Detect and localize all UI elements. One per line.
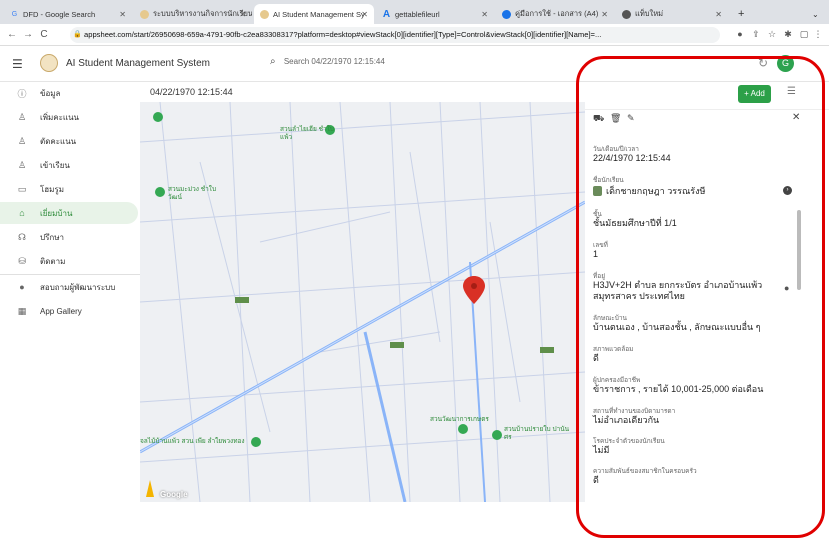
browser-tab-active[interactable]: AI Student Management Sy ✕ bbox=[254, 4, 374, 24]
bookmark-star-icon[interactable]: ☆ bbox=[766, 28, 778, 40]
menu-dots-icon[interactable]: ⋮ bbox=[812, 28, 824, 40]
field-value: 22/4/1970 12:15:44 bbox=[593, 153, 671, 163]
app-icon bbox=[260, 9, 269, 19]
close-icon[interactable]: ✕ bbox=[792, 112, 800, 123]
back-icon[interactable]: ← bbox=[4, 29, 20, 40]
close-tab-icon[interactable]: ✕ bbox=[239, 10, 246, 19]
forward-icon[interactable]: → bbox=[20, 29, 36, 40]
field-value: H3JV+2H ตำบล ยกกระบัตร อำเภอบ้านแพ้ว สมุ… bbox=[593, 280, 763, 301]
consult-icon: ☊ bbox=[18, 231, 26, 242]
home-visit-icon: ⌂ bbox=[19, 208, 25, 218]
browser-tab[interactable]: A gettablefileurl ✕ bbox=[376, 4, 494, 24]
sidebar-item-deduct-score[interactable]: ♙ ตัดคะแนน bbox=[0, 130, 138, 152]
field-value[interactable]: เด็กชายกฤษฎา วรรณรังษี bbox=[606, 186, 796, 197]
google-logo: Google bbox=[160, 490, 188, 499]
drive-icon: A bbox=[382, 8, 391, 20]
field-value: ดี bbox=[593, 475, 599, 485]
map-label: สวนลำไยเฮีย ชำใบแพ้ว bbox=[280, 126, 334, 141]
tab-list-icon[interactable]: ⌄ bbox=[806, 4, 822, 24]
person-add-icon: ♙ bbox=[17, 111, 27, 122]
new-tab-button[interactable]: + bbox=[732, 4, 752, 24]
car-icon[interactable]: ⛟ bbox=[593, 113, 604, 125]
chevron-right-icon[interactable]: › bbox=[783, 186, 792, 195]
browser-tab-bar: G DFD - Google Search ✕ ระบบบริหารงานกิจ… bbox=[0, 0, 829, 24]
close-tab-icon[interactable]: ✕ bbox=[361, 10, 368, 19]
map-label: สวนวัฒนาการเกษตร bbox=[430, 416, 489, 423]
info-icon: ● bbox=[19, 282, 25, 292]
sidebar-item-info[interactable]: ⓘ ข้อมูล bbox=[0, 82, 138, 104]
share-icon[interactable]: ⇪ bbox=[750, 28, 762, 40]
person-check-icon: ♙ bbox=[17, 159, 27, 170]
map-view: 04/22/1970 12:15:44 สวนลำไยเฮีย ชำใบแพ้ว… bbox=[140, 82, 585, 502]
map-label: สวนบ้านปรายใบ ปานันศร bbox=[504, 426, 570, 441]
app-logo bbox=[40, 54, 58, 72]
map-label: จลไม้บ้านแพ้ว สวน เพีย ลำใยพวงทอง bbox=[140, 438, 245, 445]
map-label: สวนมะม่วง ชำใบวัฒน์ bbox=[168, 186, 217, 201]
field-value: ไม่อำเภอเดียวกัน bbox=[593, 415, 660, 425]
location-icon[interactable]: ● bbox=[734, 28, 746, 40]
sidebar-item-consult[interactable]: ☊ ปรึกษา bbox=[0, 226, 138, 248]
close-tab-icon[interactable]: ✕ bbox=[481, 10, 488, 19]
grid-icon: ▦ bbox=[17, 305, 27, 316]
field-value: ดี bbox=[593, 353, 599, 363]
sidebar-item-track[interactable]: ⛁ ติดตาม bbox=[0, 250, 138, 272]
doc-icon bbox=[502, 9, 511, 19]
google-icon: G bbox=[11, 10, 18, 18]
sidebar-item-homeroom[interactable]: ▭ โฮมรูม bbox=[0, 178, 138, 200]
filter-icon[interactable]: ☰ bbox=[787, 86, 796, 97]
browser-tab[interactable]: G DFD - Google Search ✕ bbox=[4, 4, 132, 24]
scrollbar-thumb[interactable] bbox=[797, 210, 801, 290]
location-pin-icon[interactable]: ● bbox=[784, 283, 789, 293]
student-avatar-icon bbox=[593, 186, 602, 196]
reload-icon[interactable]: C bbox=[36, 29, 52, 40]
sidebar-divider bbox=[0, 274, 140, 275]
map-canvas[interactable]: สวนลำไยเฮีย ชำใบแพ้ว สวนมะม่วง ชำใบวัฒน์… bbox=[140, 102, 585, 502]
field-value: 1 bbox=[593, 249, 599, 259]
sidebar-item-home-visit[interactable]: ⌂ เยี่ยมบ้าน bbox=[0, 202, 138, 224]
search-input[interactable]: ⌕ Search 04/22/1970 12:15:44 bbox=[270, 56, 385, 67]
address-bar: ← → C 🔒 appsheet.com/start/26950698-659a… bbox=[0, 24, 829, 46]
hamburger-menu-icon[interactable]: ☰ bbox=[12, 57, 23, 71]
refresh-icon[interactable]: ↻ bbox=[758, 56, 768, 70]
field-value: ชั้นมัธยมศึกษาปีที่ 1/1 bbox=[593, 218, 677, 228]
search-icon: ⌕ bbox=[270, 56, 276, 67]
detail-fields: วัน/เดือน/ปี/เวลา 22/4/1970 12:15:44 ชื่… bbox=[585, 130, 815, 500]
sidebar: ⓘ ข้อมูล ♙ เพิ่มคะแนน ♙ ตัดคะแนน ♙ เข้าเ… bbox=[0, 82, 140, 542]
browser-tab[interactable]: แท็บใหม่ ✕ bbox=[616, 4, 728, 24]
add-button[interactable]: + Add bbox=[738, 85, 771, 103]
classroom-icon: ▭ bbox=[17, 183, 27, 194]
avatar[interactable]: G bbox=[777, 55, 794, 72]
info-circle-icon: ⓘ bbox=[17, 88, 27, 99]
close-tab-icon[interactable]: ✕ bbox=[119, 10, 126, 19]
sidebar-item-attendance[interactable]: ♙ เข้าเรียน bbox=[0, 154, 138, 176]
chrome-icon bbox=[622, 9, 631, 19]
sidebar-item-contact-developer[interactable]: ● สอบถามผู้พัฒนาระบบ bbox=[0, 276, 138, 298]
app-icon bbox=[140, 9, 149, 19]
map-header-title: 04/22/1970 12:15:44 bbox=[140, 82, 585, 102]
detail-panel: + Add ☰ ⛟ 🗑 ✎ ✕ วัน/เดือน/ปี/เวลา 22/4/1… bbox=[585, 82, 829, 502]
close-tab-icon[interactable]: ✕ bbox=[601, 10, 608, 19]
field-value: บ้านตนเอง , บ้านสองชั้น , ลักษณะแบบอื่น … bbox=[593, 322, 761, 332]
delete-icon[interactable]: 🗑 bbox=[610, 113, 621, 124]
track-icon: ⛁ bbox=[18, 255, 26, 266]
sidepanel-icon[interactable]: ▢ bbox=[798, 28, 810, 40]
field-value: ข้าราชการ , รายได้ 10,001-25,000 ต่อเดือ… bbox=[593, 384, 764, 394]
detail-toolbar: + Add ☰ bbox=[585, 82, 829, 110]
app-header: ☰ AI Student Management System ⌕ Search … bbox=[0, 46, 829, 82]
lock-icon: 🔒 bbox=[73, 31, 82, 38]
edit-icon[interactable]: ✎ bbox=[627, 113, 635, 124]
extensions-icon[interactable]: ✱ bbox=[782, 28, 794, 40]
browser-tab[interactable]: ระบบบริหารงานกิจการนักเรียน ✕ bbox=[134, 4, 252, 24]
sidebar-item-app-gallery[interactable]: ▦ App Gallery bbox=[0, 300, 138, 322]
sidebar-item-add-score[interactable]: ♙ เพิ่มคะแนน bbox=[0, 106, 138, 128]
field-label: ชื่อนักเรียน bbox=[593, 177, 624, 184]
browser-tab[interactable]: คู่มือการใช้ - เอกสาร (A4) ✕ bbox=[496, 4, 614, 24]
detail-actions: ⛟ 🗑 ✎ ✕ bbox=[585, 110, 829, 130]
person-remove-icon: ♙ bbox=[17, 135, 27, 146]
url-field[interactable]: 🔒 appsheet.com/start/26950698-659a-4791-… bbox=[70, 27, 720, 43]
close-tab-icon[interactable]: ✕ bbox=[715, 10, 722, 19]
app-title: AI Student Management System bbox=[66, 58, 210, 69]
field-value: ไม่มี bbox=[593, 445, 610, 455]
